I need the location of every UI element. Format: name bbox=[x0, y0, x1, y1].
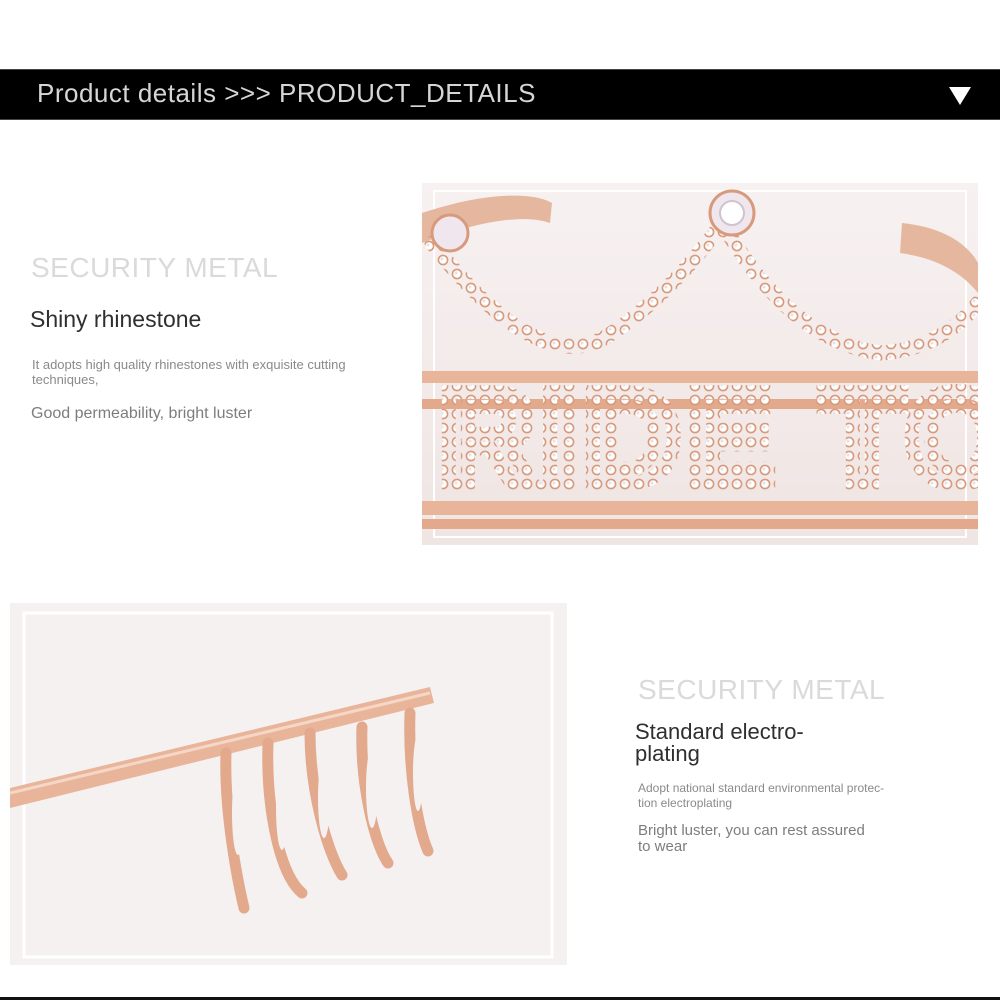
section1-heading: SECURITY METAL bbox=[31, 252, 279, 283]
section2-subheading: Standard electro-plating bbox=[635, 719, 804, 766]
section1-detail: It adopts high quality rhinestones with … bbox=[32, 357, 346, 387]
comb-photo bbox=[10, 603, 567, 965]
tiara-lettering: RIDE TO bbox=[440, 364, 978, 511]
tiara-photo: RIDE TO bbox=[422, 183, 978, 545]
header-title: Product details >>> PRODUCT_DETAILS bbox=[37, 78, 536, 108]
section2-feature: Bright luster, you can rest assured to w… bbox=[638, 822, 865, 855]
section1-subheading: Shiny rhinestone bbox=[30, 306, 202, 332]
triangle-down-icon[interactable] bbox=[948, 86, 972, 106]
product-details-header: Product details >>> PRODUCT_DETAILS bbox=[0, 69, 1000, 120]
section2-detail: Adopt national standard environmental pr… bbox=[638, 781, 885, 810]
section1-feature: Good permeability, bright luster bbox=[31, 405, 253, 422]
section2-heading: SECURITY METAL bbox=[638, 674, 886, 705]
